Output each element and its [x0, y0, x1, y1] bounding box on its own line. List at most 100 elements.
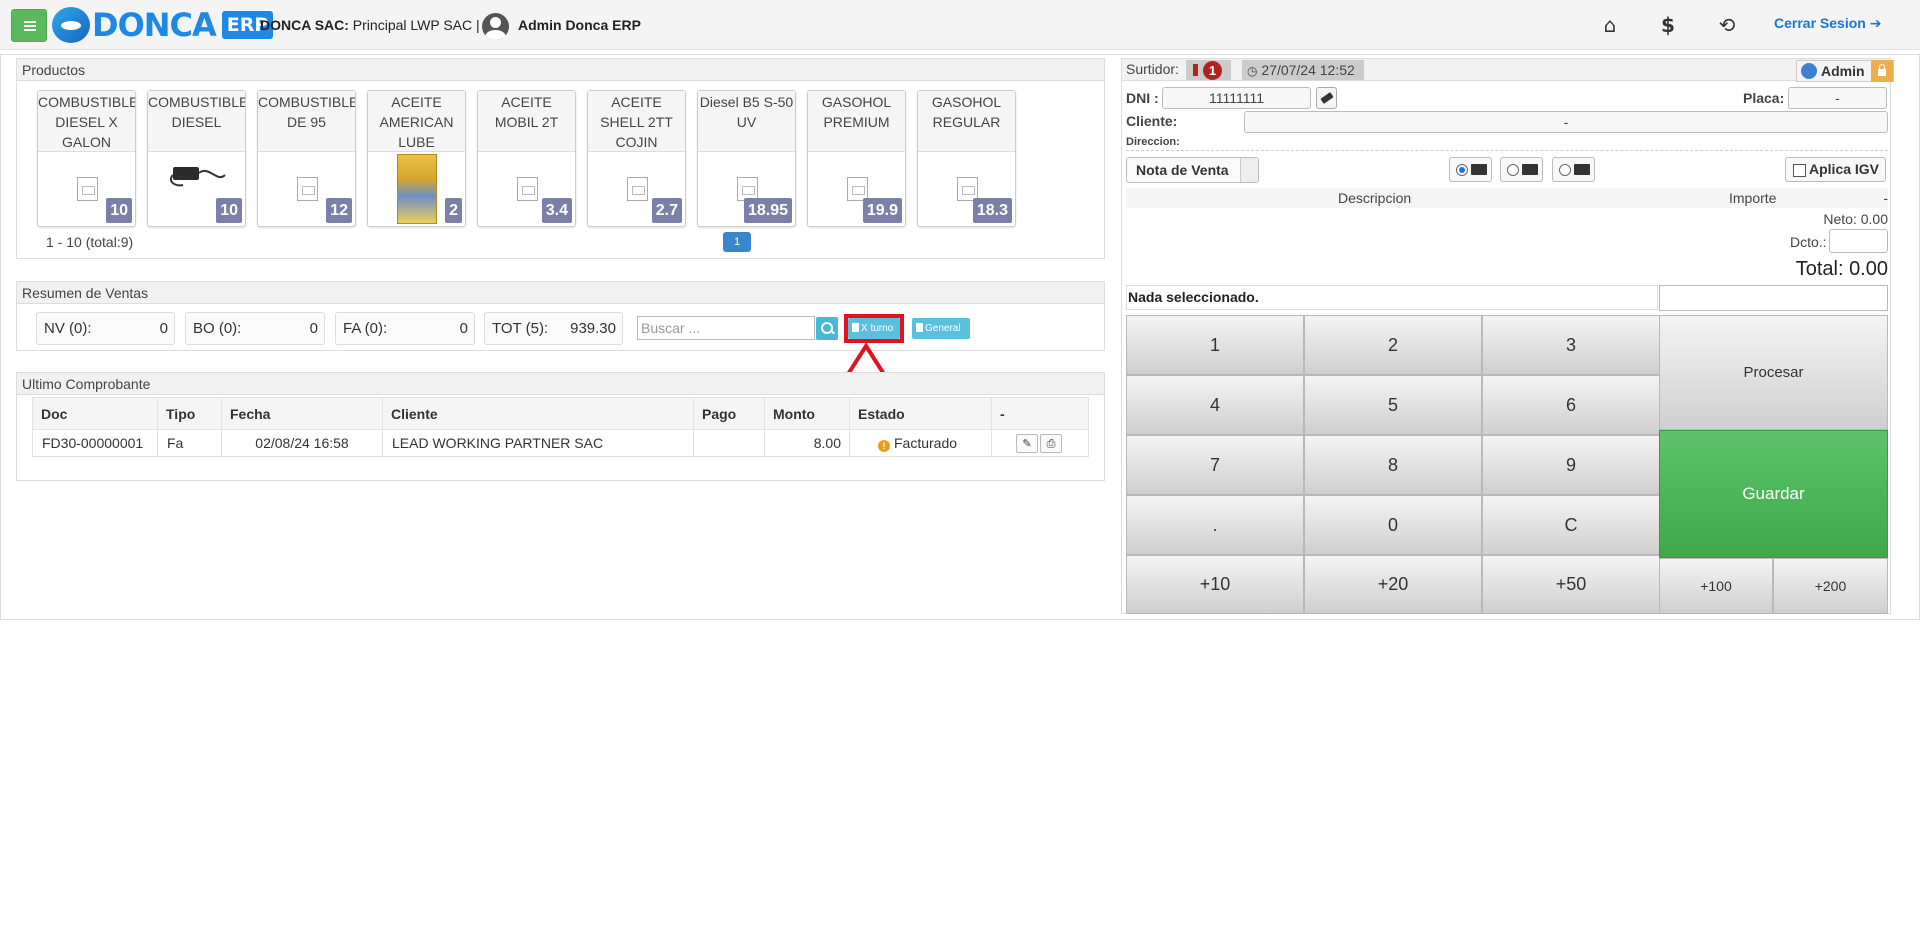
key-button[interactable]: 5 — [1304, 375, 1482, 435]
key-button[interactable]: 7 — [1126, 435, 1304, 495]
summary-fa-value: 0 — [459, 320, 468, 337]
pay-cash-option[interactable] — [1449, 157, 1492, 182]
product-name: COMBUSTIBLE DE 95 — [258, 91, 355, 152]
procesar-button[interactable]: Procesar — [1659, 315, 1888, 430]
cell-tipo: Fa — [157, 429, 222, 457]
product-card[interactable]: ACEITE MOBIL 2T 3.4 — [477, 90, 576, 227]
key-button[interactable]: . — [1126, 495, 1304, 555]
key-button[interactable]: +20 — [1304, 555, 1482, 614]
image-placeholder-icon — [517, 177, 538, 201]
search-input[interactable]: Buscar ... — [637, 316, 815, 340]
menu-toggle-button[interactable] — [11, 9, 47, 42]
print-button[interactable]: ⎙ — [1040, 433, 1062, 453]
eraser-icon[interactable] — [1316, 87, 1337, 109]
product-price: 18.95 — [743, 198, 792, 223]
surtidor-count: 1 — [1203, 61, 1222, 80]
radio-card[interactable] — [1559, 164, 1571, 176]
summary-fa-label: FA (0): — [343, 320, 388, 337]
total-text: Total: 0.00 — [1795, 258, 1888, 280]
venta-header — [1122, 59, 1890, 81]
surtidor-chip[interactable]: 1 — [1186, 60, 1231, 80]
product-name: GASOHOL REGULAR — [918, 91, 1015, 152]
product-card[interactable]: ACEITE AMERICAN LUBE 2 — [367, 90, 466, 227]
product-card[interactable]: COMBUSTIBLE DIESEL X GALON 10 — [37, 90, 136, 227]
key-button[interactable]: 3 — [1482, 315, 1660, 375]
cell-pago — [693, 429, 765, 457]
page-button-1[interactable]: 1 — [723, 232, 751, 252]
key-button[interactable]: 0 — [1304, 495, 1482, 555]
product-card[interactable]: GASOHOL REGULAR 18.3 — [917, 90, 1016, 227]
importe-col: Importe — [1729, 190, 1777, 206]
dcto-input[interactable] — [1829, 229, 1888, 253]
product-card[interactable]: ACEITE SHELL 2TT COJIN 2.7 — [587, 90, 686, 227]
product-image — [169, 161, 227, 189]
key-button[interactable]: 9 — [1482, 435, 1660, 495]
cell-cliente: LEAD WORKING PARTNER SAC — [382, 429, 694, 457]
product-image — [397, 154, 437, 224]
placa-field[interactable]: - — [1788, 87, 1887, 109]
importe-dash: - — [1883, 190, 1888, 206]
lock-icon[interactable] — [1870, 60, 1893, 82]
product-card[interactable]: COMBUSTIBLE DE 95 12 — [257, 90, 356, 227]
product-name: GASOHOL PREMIUM — [808, 91, 905, 152]
product-price: 12 — [326, 198, 352, 223]
pay-visa-option[interactable] — [1500, 157, 1543, 182]
pump-icon — [1193, 64, 1198, 76]
summary-tot-value: 939.30 — [570, 320, 616, 337]
summary-nv: NV (0): 0 — [36, 312, 175, 345]
admin-chip[interactable]: Admin — [1796, 60, 1894, 82]
key-button[interactable]: +50 — [1482, 555, 1660, 614]
selection-status: Nada seleccionado. — [1126, 285, 1658, 310]
guardar-button[interactable]: Guardar — [1659, 430, 1888, 558]
pay-card-option[interactable] — [1552, 157, 1595, 182]
cliente-field[interactable]: - — [1244, 111, 1888, 133]
key-button[interactable]: +10 — [1126, 555, 1304, 614]
logo-text: DONCA — [92, 6, 217, 44]
avatar[interactable] — [482, 13, 509, 40]
product-name: ACEITE AMERICAN LUBE — [368, 91, 465, 152]
app-logo[interactable]: DONCA ERP — [52, 5, 274, 45]
key-button[interactable]: C — [1482, 495, 1660, 555]
user-name: Admin Donca ERP — [518, 17, 641, 33]
logout-link[interactable]: Cerrar Sesion ➔ — [1774, 15, 1881, 32]
productos-title: Productos — [17, 59, 1104, 81]
surtidor-label: Surtidor: — [1126, 61, 1179, 77]
col-pago: Pago — [693, 397, 765, 430]
selection-input[interactable] — [1659, 285, 1888, 311]
direccion-label: Direccion: — [1126, 136, 1180, 148]
product-price: 2 — [445, 198, 462, 223]
product-price: 18.3 — [972, 198, 1012, 223]
dollar-icon[interactable]: $ — [1656, 13, 1680, 37]
key-button[interactable]: 6 — [1482, 375, 1660, 435]
company-name: DONCA SAC: — [260, 17, 349, 33]
image-placeholder-icon — [297, 177, 318, 201]
key-button[interactable]: +100 — [1659, 558, 1773, 614]
ultimo-title: Ultimo Comprobante — [17, 373, 1104, 395]
image-placeholder-icon — [77, 177, 98, 201]
product-price: 10 — [106, 198, 132, 223]
document-type-select[interactable]: Nota de Venta — [1126, 157, 1259, 183]
dni-field[interactable]: 11111111 — [1162, 87, 1311, 109]
sign-out-icon: ➔ — [1869, 16, 1882, 32]
product-card[interactable]: GASOHOL PREMIUM 19.9 — [807, 90, 906, 227]
general-button[interactable]: General — [912, 318, 970, 339]
key-button[interactable]: 4 — [1126, 375, 1304, 435]
image-placeholder-icon — [627, 177, 648, 201]
radio-cash[interactable] — [1456, 164, 1468, 176]
key-button[interactable]: 1 — [1126, 315, 1304, 375]
product-name: ACEITE MOBIL 2T — [478, 91, 575, 152]
product-card[interactable]: Diesel B5 S-50 UV 18.95 — [697, 90, 796, 227]
summary-tot-label: TOT (5): — [492, 320, 549, 337]
home-icon[interactable]: ⌂ — [1598, 13, 1622, 37]
key-button[interactable]: +200 — [1773, 558, 1888, 614]
igv-checkbox[interactable]: Aplica IGV — [1785, 157, 1886, 182]
search-button[interactable] — [816, 317, 838, 340]
edit-button[interactable]: ✎ — [1016, 433, 1038, 453]
key-button[interactable]: 8 — [1304, 435, 1482, 495]
lock-reset-icon[interactable]: ⟲ — [1715, 13, 1739, 37]
radio-visa[interactable] — [1507, 164, 1519, 176]
neto-text: Neto: 0.00 — [1823, 211, 1888, 227]
product-card[interactable]: COMBUSTIBLE DIESEL 10 — [147, 90, 246, 227]
key-button[interactable]: 2 — [1304, 315, 1482, 375]
product-price: 10 — [216, 198, 242, 223]
